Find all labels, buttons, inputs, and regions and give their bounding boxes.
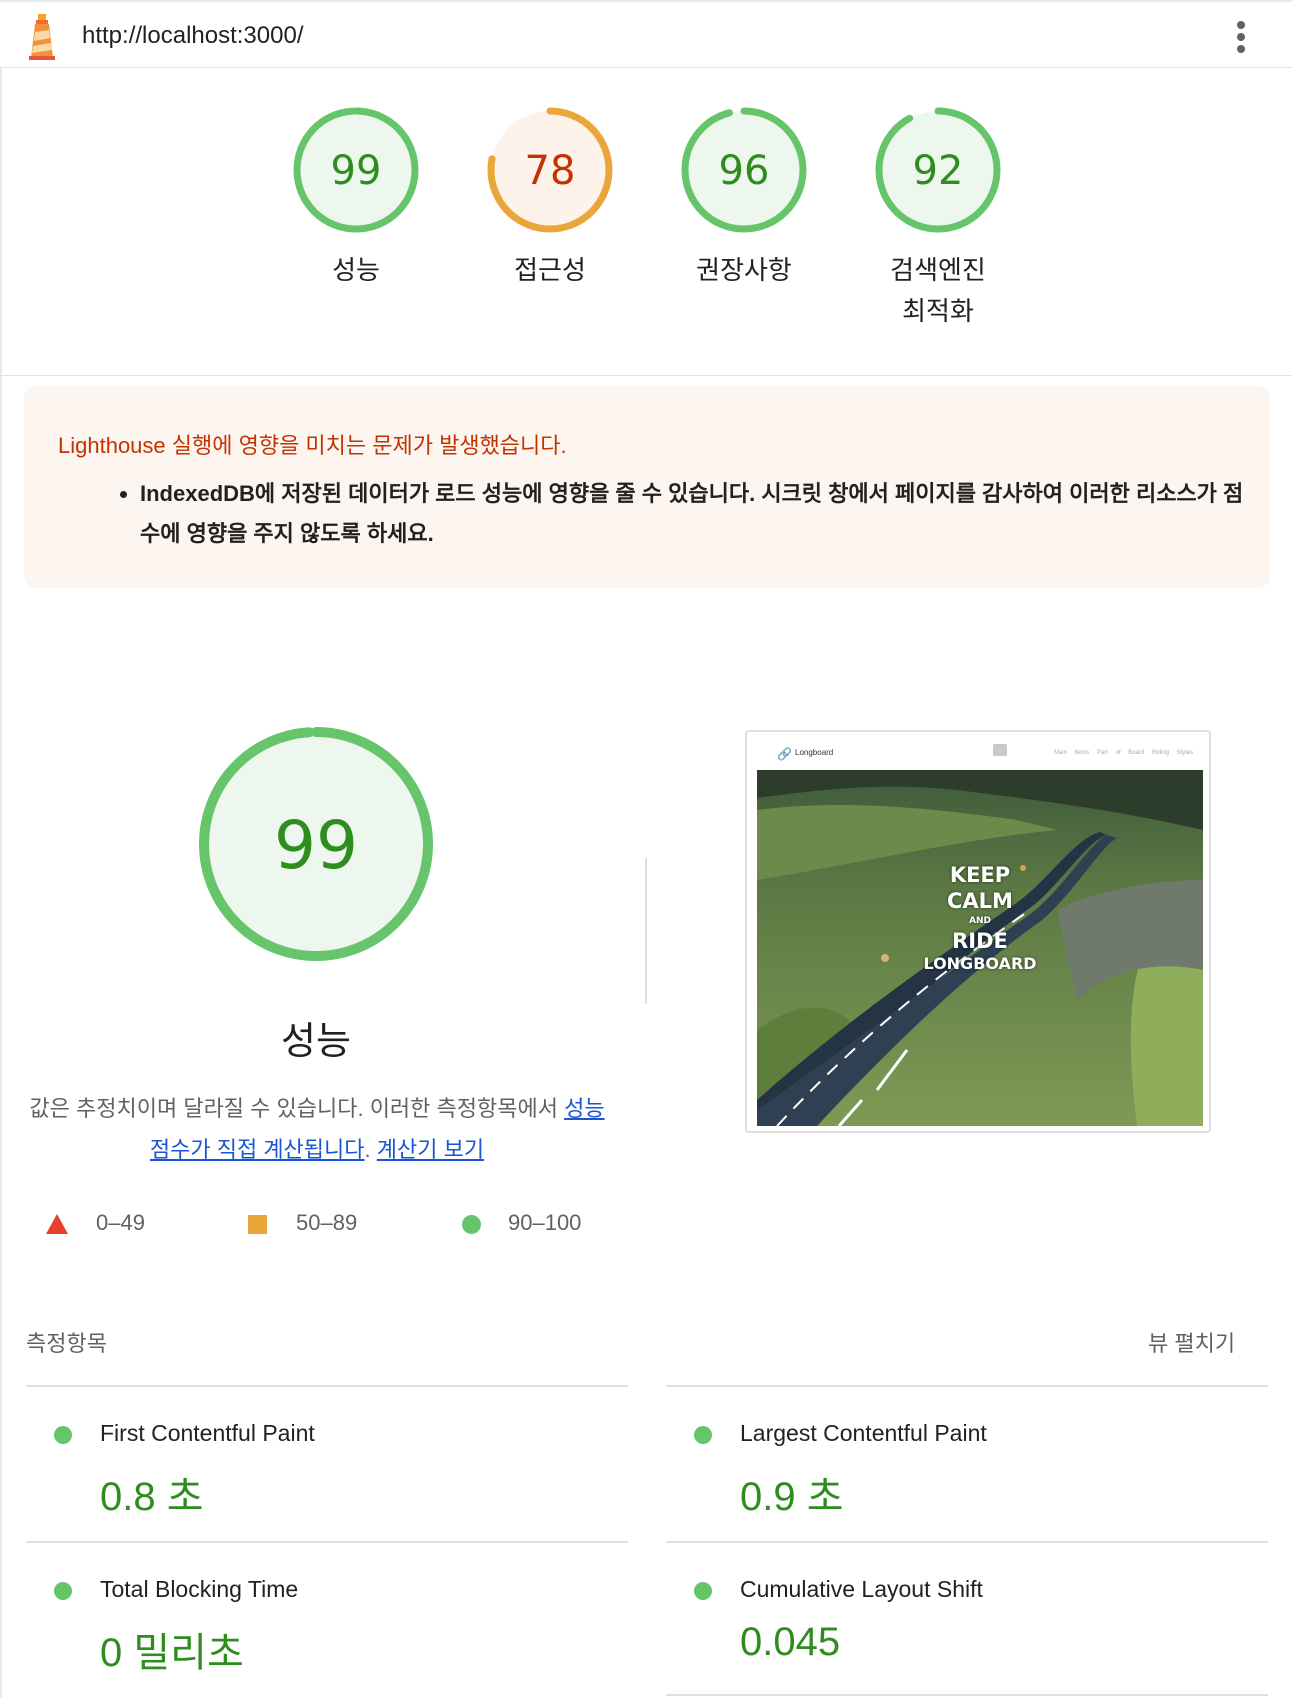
metric-name: Largest Contentful Paint	[740, 1420, 987, 1446]
overlay-and: AND	[969, 916, 991, 926]
metrics-heading: 측정항목	[26, 1331, 107, 1356]
metric-lcp: Largest Contentful Paint 0.9 초	[694, 1420, 1254, 1519]
gauge-label: 권장사항	[696, 255, 792, 285]
warning-list: IndexedDB에 저장된 데이터가 로드 성능에 영향을 줄 수 있습니다.…	[120, 474, 1250, 554]
overlay-calm: CALM	[947, 889, 1013, 913]
average-square-icon	[248, 1215, 267, 1234]
calculator-link[interactable]: 계산기 보기	[377, 1137, 484, 1162]
pass-circle-icon	[462, 1215, 481, 1234]
overlay-keep: KEEP	[949, 863, 1011, 887]
category-gauges: 99 성능 78 접근성 96 권장사항 92 검색엔진 최적화	[0, 68, 1292, 376]
gauge-score: 78	[525, 148, 576, 194]
report-topbar: http://localhost:3000/	[0, 0, 1292, 68]
lighthouse-icon	[29, 14, 55, 60]
performance-gauge-ring: 99	[199, 727, 433, 961]
gauge-score: 99	[331, 148, 382, 194]
gauge-ring: 78	[487, 107, 613, 233]
gauge-label: 성능	[332, 255, 380, 285]
gauge-ring: 96	[681, 107, 807, 233]
screenshot-brand: Longboard	[795, 748, 834, 757]
final-screenshot[interactable]: 🔗 Longboard Main Items Part of Board Rid…	[745, 730, 1211, 1133]
metric-value: 0.8 초	[100, 1475, 204, 1519]
performance-gauge: 99	[194, 722, 438, 971]
gauge-label: 검색엔진 최적화	[890, 255, 986, 326]
performance-description: 값은 추정치이며 달라질 수 있습니다. 이러한 측정항목에서 성능 점수가 직…	[22, 1088, 612, 1170]
desc-separator: .	[364, 1137, 377, 1162]
metrics-divider	[26, 1541, 628, 1543]
metric-value: 0 밀리초	[100, 1631, 244, 1675]
link-icon: 🔗	[777, 747, 792, 761]
warning-item: IndexedDB에 저장된 데이터가 로드 성능에 영향을 줄 수 있습니다.…	[120, 474, 1250, 554]
category-gauge[interactable]: 78 접근성	[450, 104, 650, 291]
vertical-divider	[645, 858, 647, 1004]
score-legend: 0–49 50–89 90–100	[46, 1206, 606, 1242]
screenshot-logo-box	[993, 744, 1007, 756]
legend-average-range: 50–89	[296, 1210, 358, 1235]
gauge-ring: 99	[293, 107, 419, 233]
more-vert-icon[interactable]	[1226, 18, 1256, 58]
gauge-score: 92	[913, 148, 964, 194]
gauge-label: 접근성	[514, 255, 586, 285]
metrics-divider	[666, 1541, 1268, 1543]
category-gauge[interactable]: 92 검색엔진 최적화	[838, 104, 1038, 332]
page-url: http://localhost:3000/	[82, 22, 304, 49]
metric-tbt: Total Blocking Time 0 밀리초	[54, 1576, 614, 1675]
warning-title: Lighthouse 실행에 영향을 미치는 문제가 발생했습니다.	[58, 433, 567, 458]
hero-image: KEEP CALM AND RIDE LONGBOARD	[757, 770, 1203, 1126]
metric-fcp: First Contentful Paint 0.8 초	[54, 1420, 614, 1519]
pass-circle-icon	[694, 1426, 712, 1444]
run-warning-box: Lighthouse 실행에 영향을 미치는 문제가 발생했습니다. Index…	[24, 386, 1270, 588]
desc-text: 값은 추정치이며 달라질 수 있습니다. 이러한 측정항목에서	[29, 1096, 565, 1121]
screenshot-nav-links: Main Items Part of Board Riding Styles	[1053, 750, 1193, 756]
gauge-score: 96	[719, 148, 770, 194]
keep-calm-overlay: KEEP CALM AND RIDE LONGBOARD	[907, 862, 1053, 974]
category-gauge[interactable]: 99 성능	[256, 104, 456, 291]
metric-value: 0.9 초	[740, 1475, 844, 1519]
metric-value: 0.045	[740, 1620, 841, 1664]
gauge-ring: 92	[875, 107, 1001, 233]
overlay-ride: RIDE	[952, 929, 1008, 953]
metric-name: Total Blocking Time	[100, 1576, 299, 1602]
category-gauge[interactable]: 96 권장사항	[644, 104, 844, 291]
legend-pass-range: 90–100	[508, 1210, 582, 1235]
performance-title: 성능	[281, 1021, 351, 1063]
legend-fail-range: 0–49	[96, 1210, 145, 1235]
pass-circle-icon	[54, 1582, 72, 1600]
metrics-divider	[26, 1385, 628, 1387]
performance-score: 99	[274, 807, 358, 884]
metrics-divider	[666, 1385, 1268, 1387]
expand-view-toggle[interactable]: 뷰 펼치기	[1148, 1326, 1235, 1358]
metric-name: First Contentful Paint	[100, 1420, 315, 1446]
overlay-longboard: LONGBOARD	[923, 954, 1037, 973]
pass-circle-icon	[54, 1426, 72, 1444]
metric-cls: Cumulative Layout Shift 0.045	[694, 1576, 1254, 1666]
pass-circle-icon	[694, 1582, 712, 1600]
fail-triangle-icon	[46, 1214, 68, 1234]
metric-name: Cumulative Layout Shift	[740, 1576, 983, 1602]
metrics-divider	[666, 1694, 1268, 1696]
screenshot-navbar: 🔗 Longboard Main Items Part of Board Rid…	[757, 742, 1203, 768]
